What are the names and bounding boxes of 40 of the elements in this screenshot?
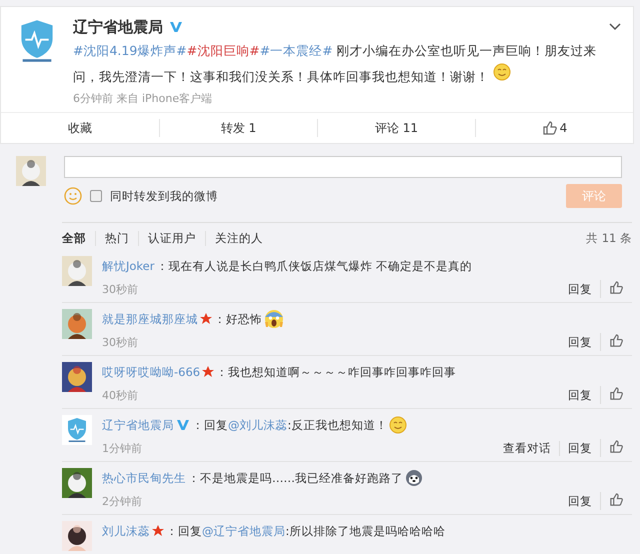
comment-time: 40秒前 bbox=[102, 388, 138, 402]
comment-action[interactable]: 回复 bbox=[559, 440, 600, 456]
shield-logo bbox=[62, 415, 92, 445]
filter-tab[interactable]: 认证用户 bbox=[138, 231, 205, 246]
comment-text: ：好恐怖 bbox=[214, 312, 262, 326]
post-text: #沈阳4.19爆炸声##沈阳巨响##一本震经# 刚才小编在办公室也听见一声巨响！朋友过来问，我先澄清一下！这事和我们没关系！具体咋回事我也想知道！谢谢！ bbox=[73, 42, 598, 86]
share-checkbox[interactable] bbox=[90, 190, 102, 202]
author-name[interactable]: 辽宁省地震局 bbox=[73, 18, 163, 36]
thumbs-up-icon[interactable] bbox=[609, 333, 624, 348]
share-label: 同时转发到我的微博 bbox=[110, 188, 218, 204]
like-button[interactable]: 4 bbox=[542, 120, 568, 136]
thumbs-up-icon[interactable] bbox=[609, 386, 624, 401]
filter-tab[interactable]: 热门 bbox=[95, 231, 138, 246]
filter-tab[interactable]: 全部 bbox=[62, 231, 95, 246]
thumbs-up-icon[interactable] bbox=[609, 439, 624, 454]
comment-action[interactable]: 回复 bbox=[560, 494, 600, 508]
comment-action[interactable]: 查看对话 bbox=[495, 440, 559, 456]
comment-text: ：回复@辽宁省地震局:所以排除了地震是吗哈哈哈哈 bbox=[166, 524, 446, 538]
thumbs-up-icon[interactable] bbox=[609, 492, 624, 507]
chevron-down-icon[interactable] bbox=[609, 23, 621, 31]
comment-time: 2分钟前 bbox=[102, 494, 142, 508]
comment-text: ：我也想知道啊～～～～咋回事咋回事咋回事 bbox=[216, 364, 456, 380]
action-button[interactable]: 转发 1 bbox=[220, 120, 256, 136]
action-button[interactable]: 收藏 bbox=[68, 120, 92, 136]
action-button[interactable]: 评论 11 bbox=[374, 120, 418, 136]
post-meta: 6分钟前 来自 iPhone客户端 bbox=[73, 91, 214, 106]
comment-action[interactable]: 回复 bbox=[560, 388, 600, 402]
comment-time: 1分钟前 bbox=[102, 440, 142, 456]
comment-time: 30秒前 bbox=[102, 282, 138, 296]
thumbs-up-icon[interactable] bbox=[609, 280, 624, 295]
comment-action[interactable]: 回复 bbox=[560, 282, 600, 296]
comment-text: ：不是地震是吗……我已经准备好跑路了 bbox=[188, 470, 403, 486]
comment-action[interactable]: 回复 bbox=[560, 334, 600, 350]
comment-text: ：回复@刘儿沫蕊:反正我也想知道！ bbox=[192, 418, 388, 432]
comment-count: 共 11 条 bbox=[586, 231, 632, 246]
filter-tab[interactable]: 关注的人 bbox=[205, 231, 272, 246]
comment-time: 30秒前 bbox=[102, 334, 138, 350]
comment-text: ：现在有人说是长白鸭爪侠饭店煤气爆炸 不确定是不是真的 bbox=[156, 258, 472, 274]
thumbs-up-icon[interactable] bbox=[542, 120, 558, 136]
comment-field[interactable] bbox=[64, 156, 622, 178]
